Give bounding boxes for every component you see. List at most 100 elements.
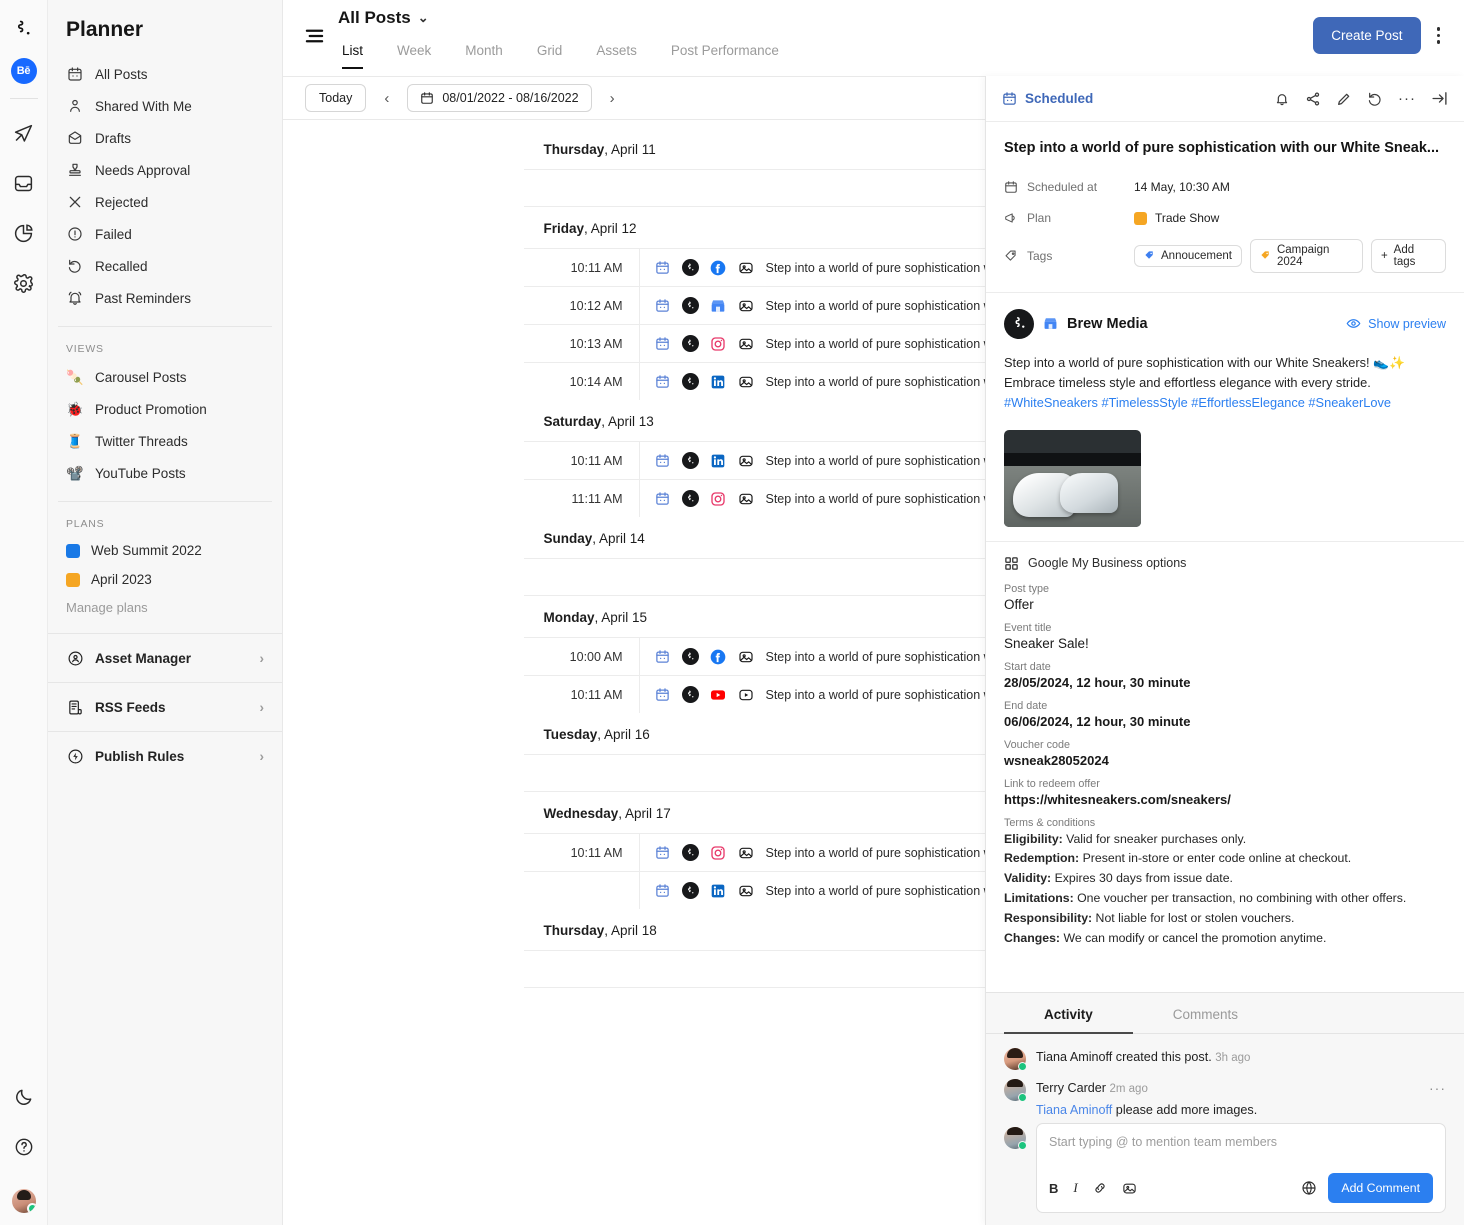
today-button[interactable]: Today [305,84,367,112]
share-icon[interactable] [1305,91,1321,107]
comment-input-box[interactable]: Start typing @ to mention team members B… [1036,1123,1446,1213]
sidebar-item-past-reminders[interactable]: Past Reminders [58,282,272,314]
hamburger-icon[interactable] [283,0,338,44]
sidebar-view-product-promotion[interactable]: 🐞 Product Promotion [58,393,272,425]
term-key: Changes: [1004,931,1061,946]
sidebar-item-asset-manager[interactable]: Asset Manager › [48,633,282,682]
tab-list[interactable]: List [338,37,380,69]
next-range-icon[interactable]: › [604,87,621,110]
show-preview-button[interactable]: Show preview [1346,316,1446,331]
image-icon[interactable] [1122,1181,1137,1196]
inbox-icon[interactable] [6,165,42,201]
sidebar-item-recalled[interactable]: Recalled [58,250,272,282]
tab-week[interactable]: Week [380,37,448,69]
image-media-icon [738,297,755,314]
help-icon[interactable] [6,1129,42,1165]
field-value[interactable]: https://whitesneakers.com/sneakers/ [1004,792,1446,807]
instagram-icon [710,844,727,861]
thread-emoji-icon: 🧵 [66,433,84,449]
tags-list: Annoucement Campaign 2024 + Add tags [1134,238,1446,273]
facebook-icon [710,648,727,665]
create-post-button[interactable]: Create Post [1313,17,1421,54]
comment-options-icon[interactable]: ··· [1429,1079,1446,1101]
terms-label: Terms & conditions [1004,816,1096,829]
day-date: April 12 [590,221,637,236]
tab-grid[interactable]: Grid [520,37,580,69]
field-end-date: End date 06/06/2024, 12 hour, 30 minute [1004,700,1446,729]
sidebar-item-label: Shared With Me [95,98,192,114]
add-comment-button[interactable]: Add Comment [1328,1173,1433,1203]
gmb-options-section: Google My Business options Post type Off… [986,540,1464,965]
sidebar-view-twitter-threads[interactable]: 🧵 Twitter Threads [58,425,272,457]
account-row: Brew Media Show preview [1004,308,1446,339]
meta-value: Trade Show [1134,211,1219,225]
tab-post-performance[interactable]: Post Performance [654,37,796,69]
globe-icon[interactable] [1301,1180,1317,1196]
sidebar-view-carousel-posts[interactable]: 🍡 Carousel Posts [58,361,272,393]
user-avatar[interactable] [11,1189,36,1213]
manage-plans-link[interactable]: Manage plans [58,594,272,621]
sidebar-view-youtube-posts[interactable]: 📽️ YouTube Posts [58,457,272,489]
status-badge: Scheduled [1002,91,1093,106]
sidebar: Planner All Posts Shared With Me Drafts [48,0,283,1225]
settings-icon[interactable] [6,265,42,301]
kebab-menu-icon[interactable] [1431,21,1447,50]
edit-pencil-icon[interactable] [1336,91,1352,107]
calendar-icon [654,882,671,899]
avatar [681,882,699,899]
activity-list: Tiana Aminoff created this post. 3h ago … [986,1034,1464,1117]
term-item: Responsibility: Not liable for lost or s… [1004,909,1446,929]
stamp-icon [66,161,84,179]
comment-input[interactable]: Start typing @ to mention team members [1049,1135,1433,1163]
sidebar-item-drafts[interactable]: Drafts [58,122,272,154]
collapse-panel-icon[interactable] [1431,90,1448,107]
sidebar-item-publish-rules[interactable]: Publish Rules › [48,731,282,780]
brand-logo-icon[interactable] [11,16,37,42]
analytics-icon[interactable] [6,215,42,251]
sidebar-item-label: All Posts [95,66,148,82]
sidebar-item-rss-feeds[interactable]: RSS Feeds › [48,682,282,731]
sidebar-item-all-posts[interactable]: All Posts [58,58,272,90]
tab-assets[interactable]: Assets [579,37,654,69]
tab-month[interactable]: Month [448,37,520,69]
post-image[interactable] [1004,429,1141,527]
tab-activity[interactable]: Activity [1004,993,1133,1034]
tab-comments[interactable]: Comments [1133,993,1278,1033]
date-range-picker[interactable]: 08/01/2022 - 08/16/2022 [407,84,592,112]
day-date: April 15 [601,610,648,625]
term-item: Changes: We can modify or cancel the pro… [1004,929,1446,949]
avatar [681,648,699,665]
revert-icon[interactable] [1367,91,1383,107]
instagram-icon [710,335,727,352]
prev-range-icon[interactable]: ‹ [378,87,395,110]
bold-icon[interactable]: B [1049,1181,1058,1196]
calendar-icon [654,259,671,276]
behance-badge-icon[interactable]: Bē [10,58,37,84]
italic-icon[interactable]: I [1073,1180,1077,1196]
field-value: 06/06/2024, 12 hour, 30 minute [1004,713,1191,729]
sidebar-item-rejected[interactable]: Rejected [58,186,272,218]
add-tags-button[interactable]: + Add tags [1370,238,1446,273]
sidebar-item-shared-with-me[interactable]: Shared With Me [58,90,272,122]
sidebar-item-needs-approval[interactable]: Needs Approval [58,154,272,186]
tag-chip[interactable]: Annoucement [1134,244,1242,267]
sidebar-row-label: Asset Manager [95,650,192,666]
tag-label: Annoucement [1161,249,1232,262]
post-body-text: Step into a world of pure sophistication… [1004,353,1446,414]
dark-mode-icon[interactable] [6,1079,42,1115]
notify-bell-icon[interactable] [1274,91,1290,107]
tag-label: Campaign 2024 [1276,243,1330,268]
sidebar-plan-april-2023[interactable]: April 2023 [58,565,272,594]
tag-chip[interactable]: Campaign 2024 [1249,238,1363,273]
sidebar-item-label: Past Reminders [95,290,192,306]
sidebar-item-failed[interactable]: Failed [58,218,272,250]
image-media-icon [738,452,755,469]
post-body-copy: Step into a world of pure sophistication… [1004,354,1406,391]
view-selector[interactable]: All Posts ⌄ [338,8,796,28]
tag-icon [1004,249,1018,263]
publish-icon[interactable] [6,115,42,151]
sidebar-plan-web-summit-2022[interactable]: Web Summit 2022 [58,536,272,565]
more-options-icon[interactable]: ··· [1398,91,1416,106]
link-icon[interactable] [1093,1181,1107,1195]
mention-link[interactable]: Tiana Aminoff [1036,1103,1112,1117]
